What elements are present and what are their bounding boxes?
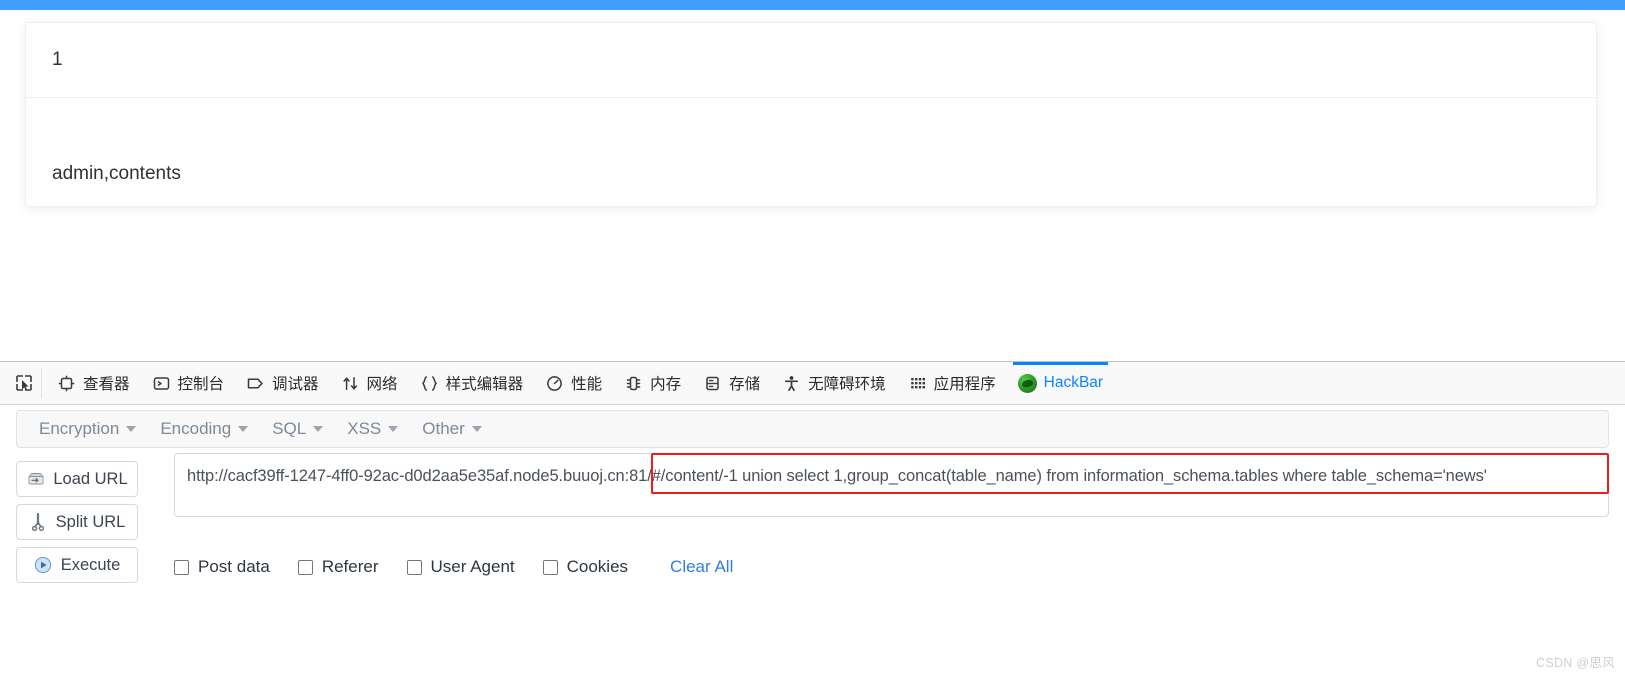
- menu-xss[interactable]: XSS: [335, 413, 410, 445]
- chevron-down-icon: [126, 426, 137, 432]
- cookies-label: Cookies: [566, 557, 629, 576]
- hackbar-url-area: http://cacf39ff-1247-4ff0-92ac-d0d2aa5e3…: [174, 453, 1609, 517]
- load-url-icon: [26, 470, 45, 489]
- application-icon: [908, 374, 927, 393]
- split-url-label: Split URL: [55, 512, 126, 531]
- chevron-down-icon: [313, 426, 324, 432]
- csdn-watermark: CSDN @思风: [1536, 656, 1615, 670]
- tab-debugger[interactable]: 调试器: [235, 362, 330, 404]
- url-payload-segment: 1/#/content/-1 union select 1,group_conc…: [638, 467, 1487, 485]
- tab-accessibility-label: 无障碍环境: [808, 376, 886, 393]
- execute-label: Execute: [60, 555, 121, 574]
- tab-application-label: 应用程序: [933, 376, 996, 393]
- url-host-segment: http://cacf39ff-1247-4ff0-92ac-d0d2aa5e3…: [187, 467, 639, 485]
- load-url-button[interactable]: Load URL: [16, 461, 138, 497]
- performance-icon: [545, 374, 564, 393]
- menu-encryption[interactable]: Encryption: [27, 413, 148, 445]
- tab-inspector[interactable]: 查看器: [46, 362, 141, 404]
- load-url-label: Load URL: [53, 469, 128, 488]
- checkbox-box: [297, 559, 313, 575]
- card-title-row: 1: [26, 23, 1596, 98]
- cookies-checkbox[interactable]: Cookies: [542, 557, 629, 577]
- tab-hackbar-label: HackBar: [1043, 374, 1104, 391]
- menu-encoding[interactable]: Encoding: [148, 413, 260, 445]
- tab-memory-label: 内存: [650, 376, 682, 393]
- referer-label: Referer: [321, 557, 379, 576]
- debugger-icon: [246, 374, 265, 393]
- referer-checkbox[interactable]: Referer: [297, 557, 379, 577]
- url-input[interactable]: http://cacf39ff-1247-4ff0-92ac-d0d2aa5e3…: [174, 453, 1609, 517]
- menu-sql[interactable]: SQL: [260, 413, 335, 445]
- card-body-row: admin,contents: [26, 99, 1596, 207]
- hackbar-options-row: Post data Referer User Agent Cookies Cle…: [174, 557, 733, 577]
- element-picker-icon[interactable]: [6, 368, 42, 398]
- split-url-scissors-icon: [29, 513, 48, 532]
- hackbar-menu-bar: Encryption Encoding SQL XSS Other: [16, 410, 1609, 448]
- style-editor-icon: [420, 374, 439, 393]
- post-data-checkbox[interactable]: Post data: [174, 557, 270, 577]
- execute-button[interactable]: Execute: [16, 547, 138, 583]
- menu-other[interactable]: Other: [410, 413, 494, 445]
- hackbar-action-buttons: Load URL Split URL Execute: [16, 461, 138, 590]
- tab-memory[interactable]: 内存: [613, 362, 692, 404]
- checkbox-box: [542, 559, 558, 575]
- hackbar-logo-icon: [1017, 373, 1037, 393]
- chevron-down-icon: [388, 426, 399, 432]
- user-agent-label: User Agent: [430, 557, 515, 576]
- tab-accessibility[interactable]: 无障碍环境: [771, 362, 897, 404]
- user-agent-checkbox[interactable]: User Agent: [406, 557, 515, 577]
- console-icon: [152, 374, 171, 393]
- storage-icon: [703, 374, 722, 393]
- chevron-down-icon: [238, 426, 249, 432]
- menu-sql-label: SQL: [272, 419, 307, 438]
- card-title-value: 1: [52, 49, 63, 70]
- menu-other-label: Other: [422, 419, 465, 438]
- tab-style-editor[interactable]: 样式编辑器: [409, 362, 535, 404]
- tab-console[interactable]: 控制台: [141, 362, 236, 404]
- tab-performance-label: 性能: [571, 376, 603, 393]
- tab-performance[interactable]: 性能: [534, 362, 613, 404]
- inspector-icon: [57, 374, 76, 393]
- split-url-button[interactable]: Split URL: [16, 504, 138, 540]
- tab-style-editor-label: 样式编辑器: [445, 376, 524, 393]
- card-body-value: admin,contents: [52, 163, 181, 184]
- menu-encryption-label: Encryption: [39, 419, 120, 438]
- tab-hackbar[interactable]: HackBar: [1007, 362, 1114, 404]
- clear-all-link[interactable]: Clear All: [670, 557, 733, 577]
- devtools-tab-bar: 查看器 控制台 调试器 网络 样式编辑器 性能 内存 存储 无障碍环境 应用程序…: [0, 362, 1625, 405]
- page-accent-bar: [0, 0, 1625, 10]
- menu-xss-label: XSS: [347, 419, 382, 438]
- post-data-label: Post data: [198, 557, 270, 576]
- tab-storage-label: 存储: [729, 376, 761, 393]
- tab-inspector-label: 查看器: [83, 376, 130, 393]
- network-icon: [341, 374, 360, 393]
- tab-network-label: 网络: [366, 376, 398, 393]
- browser-page-viewport: 1 admin,contents: [0, 0, 1625, 361]
- checkbox-box: [174, 559, 189, 575]
- url-input-value: http://cacf39ff-1247-4ff0-92ac-d0d2aa5e3…: [187, 465, 1597, 487]
- content-card: 1 admin,contents: [25, 22, 1597, 207]
- tab-debugger-label: 调试器: [272, 376, 319, 393]
- hackbar-panel: Encryption Encoding SQL XSS Other Load U…: [0, 405, 1625, 677]
- checkbox-box: [406, 559, 422, 575]
- accessibility-icon: [782, 374, 801, 393]
- tab-console-label: 控制台: [177, 376, 225, 393]
- tab-application[interactable]: 应用程序: [897, 362, 1007, 404]
- memory-icon: [624, 374, 643, 393]
- devtools-panel: 查看器 控制台 调试器 网络 样式编辑器 性能 内存 存储 无障碍环境 应用程序…: [0, 361, 1625, 677]
- menu-encoding-label: Encoding: [160, 419, 232, 438]
- tab-storage[interactable]: 存储: [692, 362, 771, 404]
- chevron-down-icon: [471, 426, 482, 432]
- tab-network[interactable]: 网络: [330, 362, 409, 404]
- execute-play-icon: [34, 556, 53, 575]
